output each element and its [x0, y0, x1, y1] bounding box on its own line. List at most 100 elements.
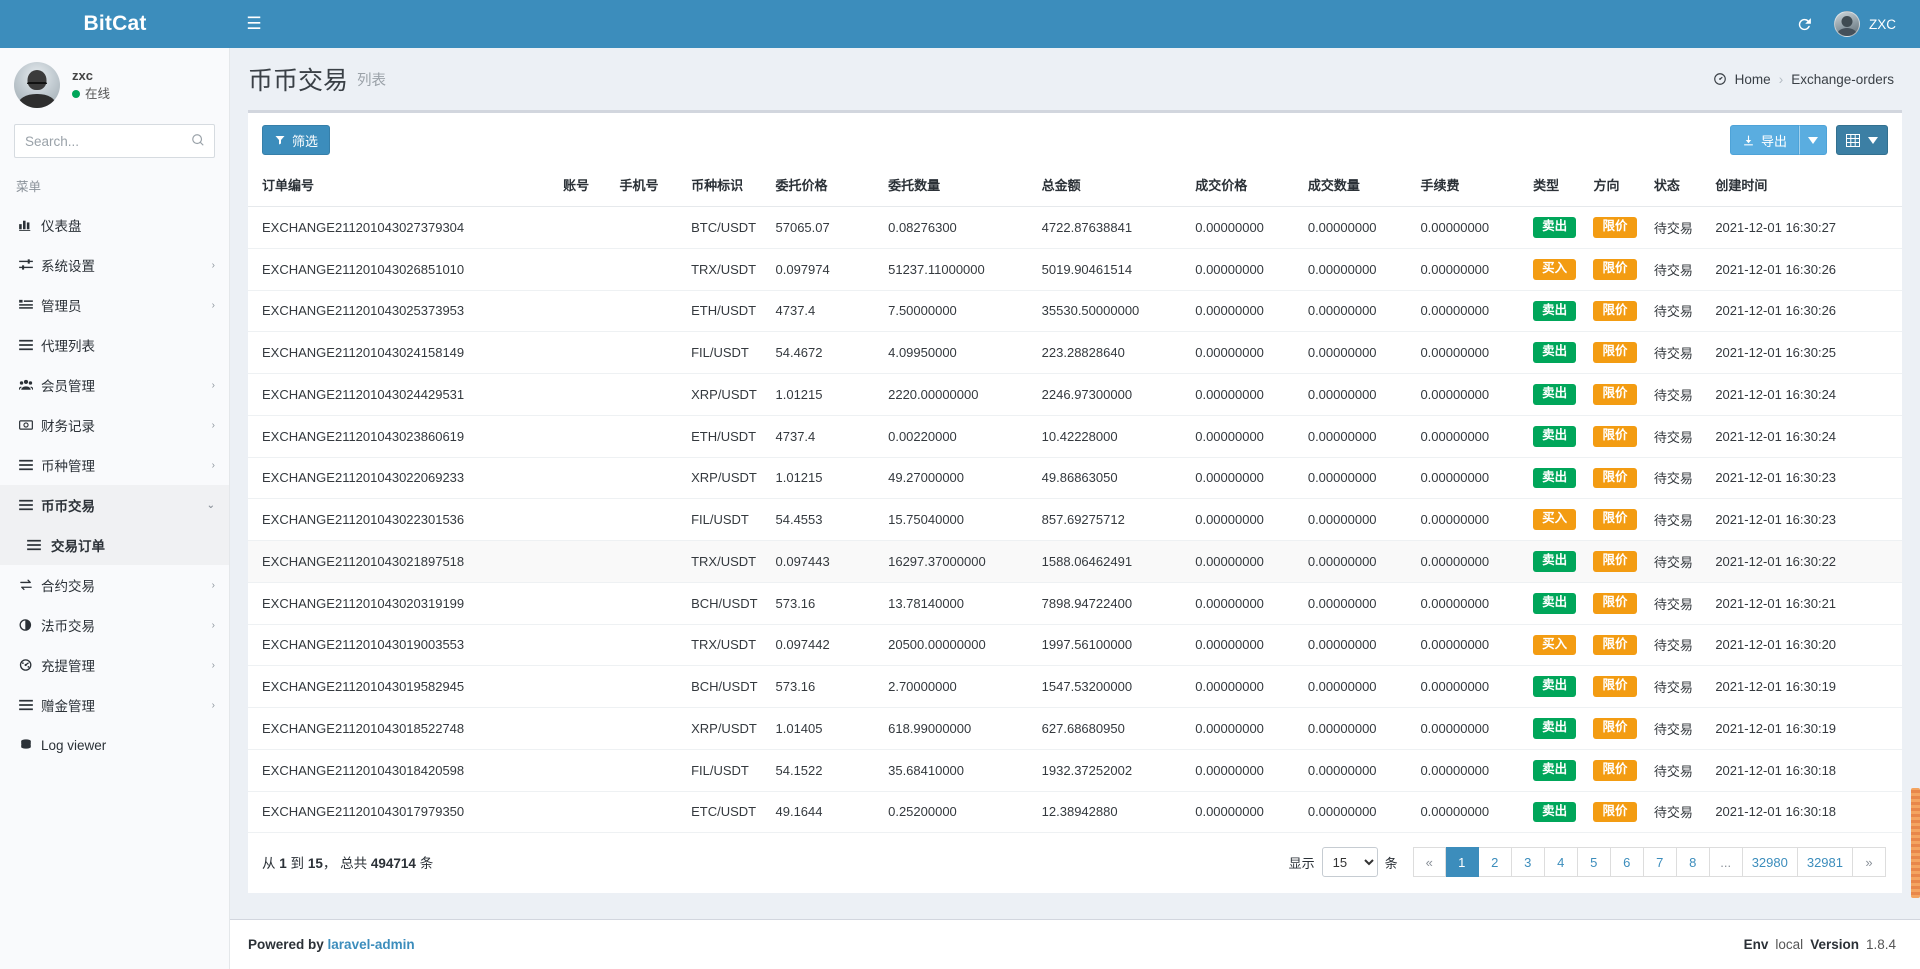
adjust-circle-icon	[19, 619, 41, 631]
cell-status: 待交易	[1645, 248, 1708, 291]
table-head: 订单编号 账号 手机号 币种标识 委托价格 委托数量 总金额 成交价格 成交数量 手续费 类型 方向状…	[248, 165, 1902, 207]
table-row[interactable]: EXCHANGE211201043024429531 XRP/USDT 1.0121…	[248, 373, 1902, 416]
sidebar-item-4[interactable]: 会员管理 ›	[0, 365, 229, 405]
sidebar-item-7[interactable]: 币币交易 ⌄	[0, 485, 229, 525]
sidebar-item-9[interactable]: 合约交易 ›	[0, 565, 229, 605]
sidebar-item-3[interactable]: 代理列表	[0, 325, 229, 365]
scroll-indicator[interactable]	[1911, 788, 1920, 898]
cell-fee: 0.00000000	[1412, 498, 1526, 541]
table-row[interactable]: EXCHANGE211201043023860619 ETH/USDT 4737.4…	[248, 415, 1902, 458]
page-link-32981[interactable]: 32981	[1797, 847, 1853, 878]
cell-entrust_price: 49.1644	[767, 791, 881, 834]
cell-entrust_price: 54.4672	[767, 331, 881, 374]
sidebar-item-8[interactable]: 交易订单	[0, 525, 229, 565]
dashboard-gauge-icon	[1713, 72, 1727, 86]
table-row[interactable]: EXCHANGE211201043019003553 TRX/USDT 0.0974…	[248, 624, 1902, 667]
column-header-12: 状态	[1645, 165, 1708, 207]
page-link-2[interactable]: 2	[1478, 847, 1512, 878]
per-page-unit-label: 条	[1384, 855, 1398, 871]
sidebar-search[interactable]	[14, 124, 215, 158]
cell-entrust_amount: 20500.00000000	[880, 624, 1034, 667]
filter-button[interactable]: 筛选	[262, 125, 331, 155]
sidebar-item-13[interactable]: Log viewer	[0, 725, 229, 765]
export-button[interactable]: 导出	[1729, 125, 1799, 155]
cell-phone	[611, 206, 684, 249]
sidebar-item-label: 合约交易	[41, 579, 95, 594]
table-row[interactable]: EXCHANGE211201043022069233 XRP/USDT 1.0121…	[248, 457, 1902, 500]
table-row[interactable]: EXCHANGE211201043019582945 BCH/USDT 573.16…	[248, 665, 1902, 708]
sidebar-item-6[interactable]: 币种管理 ›	[0, 445, 229, 485]
sidebar-item-11[interactable]: 充提管理 ›	[0, 645, 229, 685]
table-row[interactable]: EXCHANGE211201043025373953 ETH/USDT 4737.4…	[248, 290, 1902, 333]
page-link-7[interactable]: 7	[1643, 847, 1677, 878]
page-link-1[interactable]: 1	[1445, 847, 1479, 878]
sidebar-item-2[interactable]: 管理员 ›	[0, 285, 229, 325]
cell-deal_amount: 0.00000000	[1299, 415, 1413, 458]
page-link-«[interactable]: «	[1412, 847, 1446, 878]
per-page-select[interactable]: 1015203050100	[1321, 847, 1378, 878]
chevron-icon: ›	[211, 699, 215, 711]
search-input[interactable]	[15, 125, 214, 157]
status-badge: 买入	[1533, 509, 1577, 530]
page-link-5[interactable]: 5	[1577, 847, 1611, 878]
table-row[interactable]: EXCHANGE211201043017979350 ETC/USDT 49.164…	[248, 791, 1902, 834]
cell-created-at: 2021-12-01 16:30:22	[1707, 540, 1902, 583]
cell-type: 卖出	[1525, 665, 1586, 708]
cell-deal_amount: 0.00000000	[1299, 457, 1413, 500]
cell-symbol: ETC/USDT	[683, 791, 768, 834]
page-link-3[interactable]: 3	[1511, 847, 1545, 878]
app-brand[interactable]: BitCat	[0, 0, 230, 48]
page-link-...[interactable]: ...	[1709, 847, 1743, 878]
cell-account	[555, 498, 612, 541]
sidebar-item-1[interactable]: 系统设置 ›	[0, 245, 229, 285]
cell-order_no: EXCHANGE211201043017979350	[248, 791, 556, 834]
column-header-4: 委托价格	[767, 165, 881, 207]
sidebar-item-label: 代理列表	[41, 339, 95, 354]
status-badge: 限价	[1593, 801, 1637, 823]
sidebar-toggle-button[interactable]: ☰	[230, 0, 278, 48]
content-wrapper: 币币交易 列表 Home › Exchange-orders 筛选 导出 订单编…	[230, 48, 1920, 969]
table-row[interactable]: EXCHANGE211201043022301536 FIL/USDT 54.455…	[248, 498, 1902, 541]
table-row[interactable]: EXCHANGE211201043024158149 FIL/USDT 54.467…	[248, 331, 1902, 374]
breadcrumb-home-link[interactable]: Home	[1735, 72, 1771, 87]
sidebar-item-label: 币币交易	[41, 499, 95, 514]
export-dropdown-toggle[interactable]	[1799, 125, 1827, 155]
table-row[interactable]: EXCHANGE211201043018522748 XRP/USDT 1.0140…	[248, 707, 1902, 750]
page-link-4[interactable]: 4	[1544, 847, 1578, 878]
sidebar-user-panel: zxc 在线	[0, 48, 229, 120]
cell-created-at: 2021-12-01 16:30:26	[1707, 290, 1902, 333]
cell-fee: 0.00000000	[1412, 415, 1526, 458]
navbar-user-menu[interactable]: ZXC	[1828, 0, 1902, 48]
cell-deal_amount: 0.00000000	[1299, 498, 1413, 541]
sidebar-item-12[interactable]: 赠金管理 ›	[0, 685, 229, 725]
table-body: EXCHANGE211201043027379304 BTC/USDT 57065.…	[248, 206, 1902, 834]
cell-symbol: XRP/USDT	[683, 457, 768, 500]
cell-fee: 0.00000000	[1412, 290, 1526, 333]
table-row[interactable]: EXCHANGE211201043021897518 TRX/USDT 0.0974…	[248, 540, 1902, 583]
laravel-admin-link[interactable]: laravel-admin	[328, 937, 415, 952]
sidebar-item-label: 会员管理	[41, 379, 95, 394]
table-row[interactable]: EXCHANGE211201043027379304 BTC/USDT 57065.…	[248, 206, 1902, 249]
table-row[interactable]: EXCHANGE211201043020319199 BCH/USDT 573.16…	[248, 582, 1902, 625]
refresh-button[interactable]	[1782, 0, 1826, 48]
cell-account	[555, 457, 612, 500]
export-button-group: 导出	[1729, 125, 1827, 155]
page-link-32980[interactable]: 32980	[1742, 847, 1798, 878]
page-link-6[interactable]: 6	[1610, 847, 1644, 878]
sidebar-item-10[interactable]: 法币交易 ›	[0, 605, 229, 645]
page-link-»[interactable]: »	[1853, 847, 1886, 878]
page-link-8[interactable]: 8	[1676, 847, 1710, 878]
status-badge: 卖出	[1533, 801, 1577, 823]
column-selector-button[interactable]	[1836, 125, 1888, 155]
pagination-summary: 从 1 到 15， 总共 494714 条	[262, 852, 433, 872]
cell-direction: 限价	[1585, 206, 1646, 249]
per-page-label: 显示	[1288, 855, 1315, 871]
database-icon	[19, 739, 41, 751]
table-row[interactable]: EXCHANGE211201043018420598 FIL/USDT 54.152…	[248, 749, 1902, 792]
table-row[interactable]: EXCHANGE211201043026851010 TRX/USDT 0.0979…	[248, 248, 1902, 291]
sidebar-item-5[interactable]: 财务记录 ›	[0, 405, 229, 445]
cell-phone	[611, 791, 684, 834]
cell-account	[555, 290, 612, 333]
caret-down-icon	[1868, 136, 1878, 144]
sidebar-item-0[interactable]: 仪表盘	[0, 205, 229, 245]
